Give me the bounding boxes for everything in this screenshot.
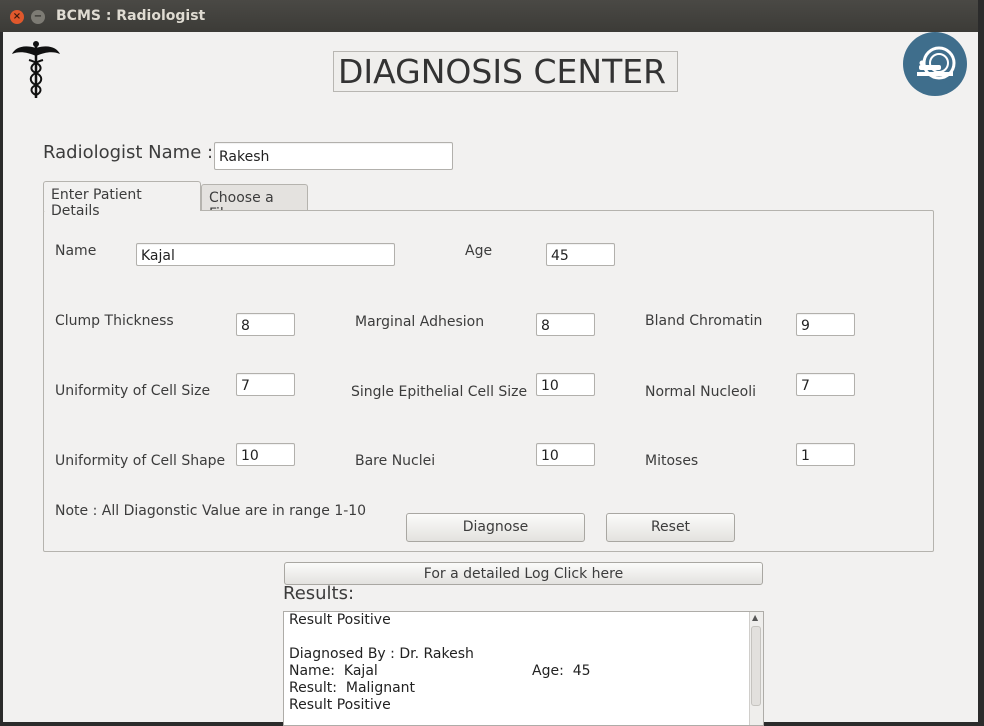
patient-name-input[interactable]: Kajal	[136, 243, 395, 266]
uniformity-cell-shape-input[interactable]: 10	[236, 443, 295, 466]
results-scrollbar[interactable]: ▲	[749, 612, 763, 725]
result-age-line: Age: 45	[532, 663, 591, 679]
diagnose-button[interactable]: Diagnose	[406, 513, 585, 542]
mitoses-input[interactable]: 1	[796, 443, 855, 466]
results-textarea[interactable]: Result Positive Diagnosed By : Dr. Rakes…	[283, 611, 764, 726]
main-window: DIAGNOSIS CENTER Radiologist Name : Rake…	[3, 32, 978, 726]
marginal-adhesion-label: Marginal Adhesion	[355, 314, 485, 330]
scroll-up-arrow-icon[interactable]: ▲	[752, 613, 758, 622]
normal-nucleoli-label: Normal Nucleoli	[645, 384, 756, 400]
bare-nuclei-label: Bare Nuclei	[355, 453, 436, 469]
normal-nucleoli-input[interactable]: 7	[796, 373, 855, 396]
range-note: Note : All Diagonstic Value are in range…	[55, 503, 367, 519]
radiologist-name-input[interactable]: Rakesh	[214, 142, 453, 170]
close-window-button[interactable]: ×	[10, 10, 24, 24]
mitoses-label: Mitoses	[645, 453, 699, 469]
uniformity-cell-size-label: Uniformity of Cell Size	[55, 383, 211, 399]
patient-name-label: Name	[55, 243, 97, 259]
minimize-window-button[interactable]: −	[31, 10, 45, 24]
scrollbar-thumb[interactable]	[751, 626, 761, 706]
bland-chromatin-label: Bland Chromatin	[645, 313, 763, 329]
bland-chromatin-input[interactable]: 9	[796, 313, 855, 336]
uniformity-cell-shape-label: Uniformity of Cell Shape	[55, 453, 226, 469]
result-name-line: Name: Kajal	[289, 663, 378, 679]
radiologist-name-label: Radiologist Name :	[43, 142, 214, 163]
age-label: Age	[465, 243, 493, 259]
age-input[interactable]: 45	[546, 243, 615, 266]
single-epithelial-label: Single Epithelial Cell Size	[351, 384, 528, 400]
tab-enter-patient-details[interactable]: Enter Patient Details	[43, 181, 201, 219]
results-heading: Results:	[283, 583, 355, 604]
caduceus-icon	[12, 41, 60, 98]
uniformity-cell-size-input[interactable]: 7	[236, 373, 295, 396]
diagnosed-by-line: Diagnosed By : Dr. Rakesh	[289, 646, 474, 662]
window-title: BCMS : Radiologist	[56, 8, 206, 24]
bare-nuclei-input[interactable]: 10	[536, 443, 595, 466]
result-line: Result Positive	[289, 697, 391, 713]
single-epithelial-input[interactable]: 10	[536, 373, 595, 396]
page-title: DIAGNOSIS CENTER	[333, 51, 678, 92]
window-titlebar: × − BCMS : Radiologist	[0, 0, 978, 32]
clump-thickness-label: Clump Thickness	[55, 313, 174, 329]
marginal-adhesion-input[interactable]: 8	[536, 313, 595, 336]
result-line: Result Positive	[289, 612, 391, 628]
clump-thickness-input[interactable]: 8	[236, 313, 295, 336]
tab-choose-a-file[interactable]: Choose a File	[201, 184, 308, 222]
result-diagnosis-line: Result: Malignant	[289, 680, 416, 696]
patient-details-panel: Name Kajal Age 45 Clump Thickness 8 Marg…	[43, 210, 934, 552]
reset-button[interactable]: Reset	[606, 513, 735, 542]
detailed-log-button[interactable]: For a detailed Log Click here	[284, 562, 763, 585]
mri-scanner-logo-icon	[903, 32, 967, 96]
